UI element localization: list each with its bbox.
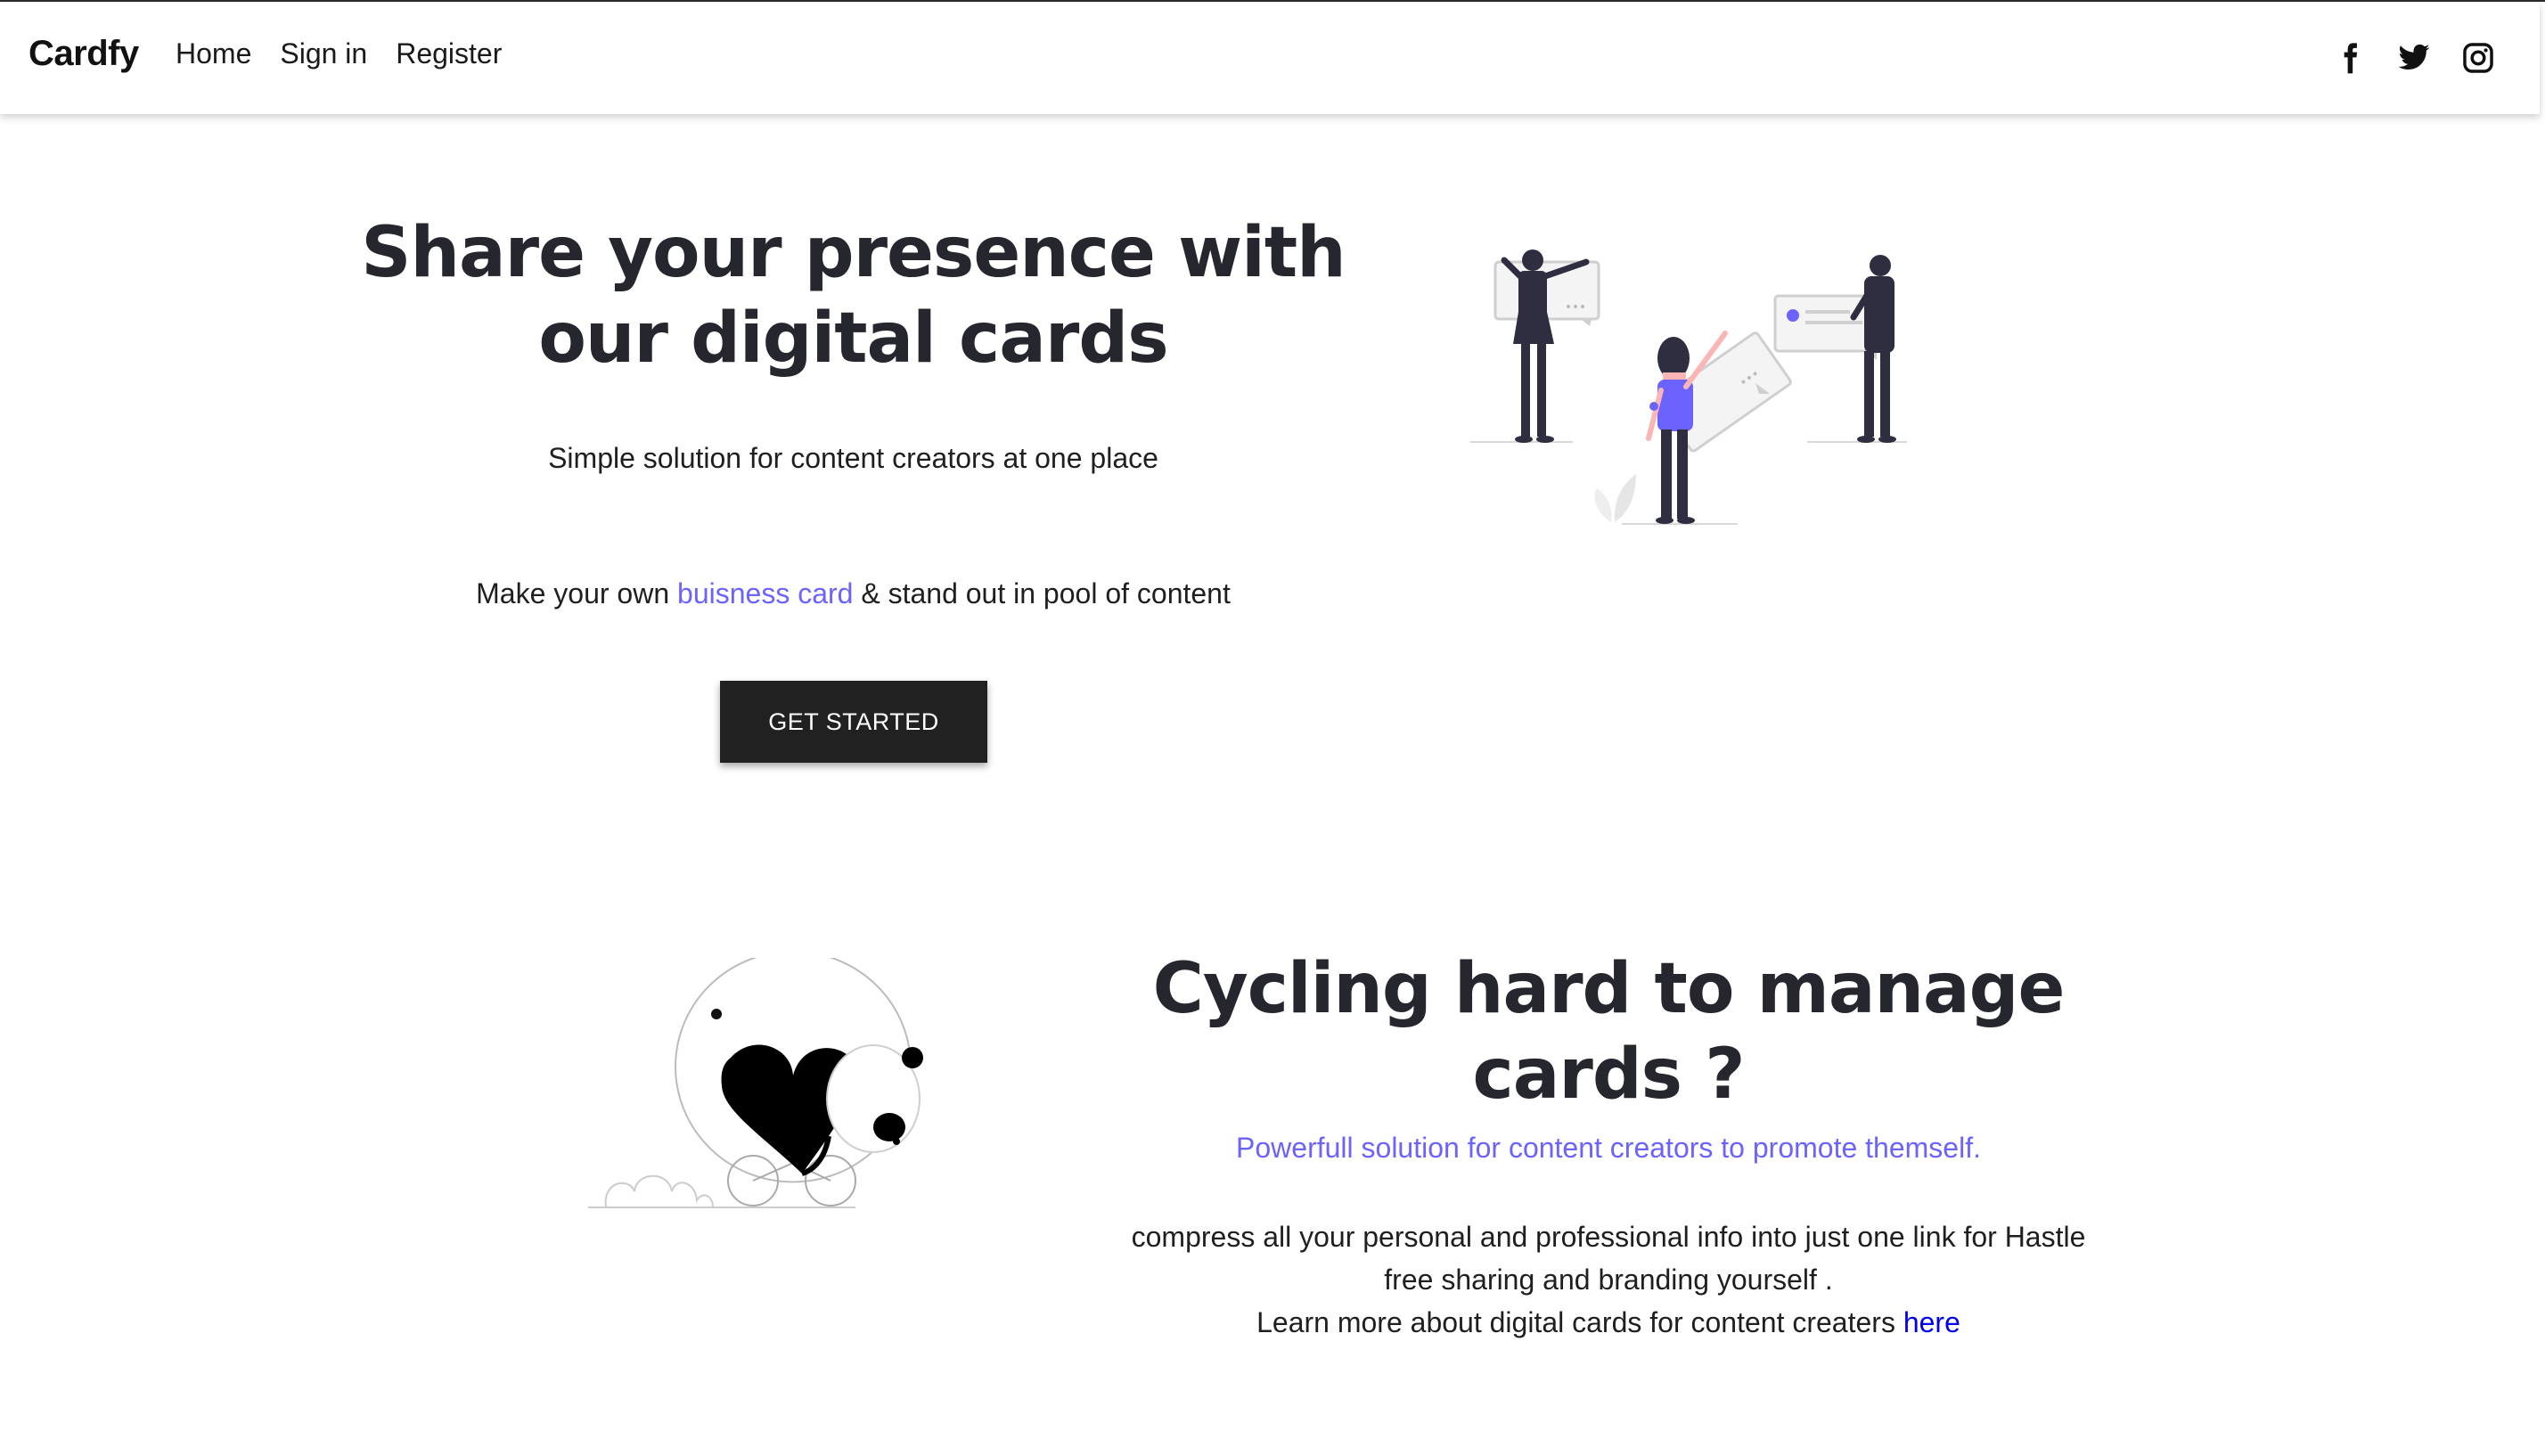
section2-body-line3: Learn more about digital cards for conte… [1256,1306,1903,1338]
social-links [2333,41,2495,75]
people-with-cards-illustration [1470,249,1907,525]
business-card-link[interactable]: buisness card [677,577,853,609]
panda-cycling-illustration [588,958,923,1208]
navbar: Cardfy Home Sign in Register [0,2,2540,114]
hero-heading: Share your presence with our digital car… [339,210,1368,381]
twitter-icon[interactable] [2397,41,2431,75]
nav-register-link[interactable]: Register [396,37,502,70]
hero-subtitle: Simple solution for content creators at … [548,442,1158,474]
section2-title: Cycling hard to manage cards ? [1105,946,2112,1117]
section2-body-line2: free sharing and branding yourself . [1384,1264,1833,1296]
learn-more-here-link[interactable]: here [1903,1306,1960,1338]
section2-subtitle: Powerfull solution for content creators … [1236,1132,1981,1164]
hero-tagline-prefix: Make your own [476,577,678,609]
nav-home-link[interactable]: Home [176,37,251,70]
instagram-icon[interactable] [2461,41,2495,75]
section2-body: compress all your personal and professio… [1123,1215,2094,1344]
nav-signin-link[interactable]: Sign in [280,37,367,70]
facebook-icon[interactable] [2333,41,2367,75]
hero-title-line1: Share your presence with [361,213,1346,293]
get-started-button[interactable]: GET STARTED [720,681,987,763]
brand-logo[interactable]: Cardfy [29,34,139,74]
hero-tagline: Make your own buisness card & stand out … [339,577,1368,610]
section2-body-line1: compress all your personal and professio… [1131,1221,2086,1253]
hero-tagline-suffix: & stand out in pool of content [853,577,1231,609]
section2-title-line1: Cycling hard to manage [1152,949,2066,1029]
nav-links: Home Sign in Register [176,37,502,70]
hero-title: Share your presence with our digital car… [339,210,1368,381]
hero-title-line2: our digital cards [538,299,1168,379]
section2-title-line2: cards ? [1472,1035,1746,1115]
